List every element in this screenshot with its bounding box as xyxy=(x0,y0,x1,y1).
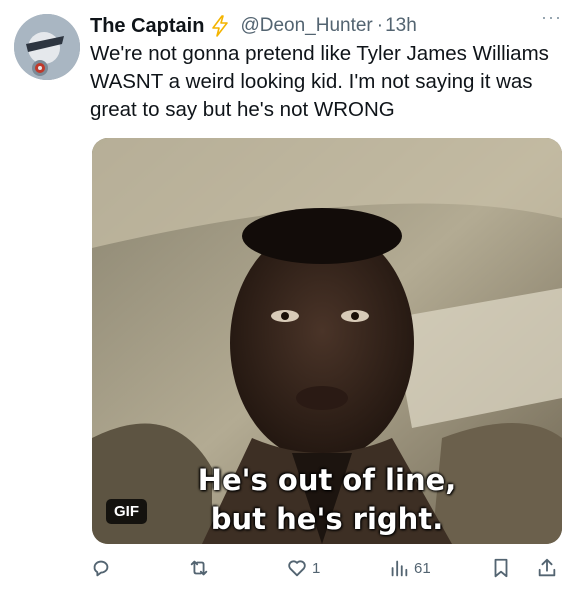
like-button[interactable]: 1 xyxy=(286,557,320,579)
like-count: 1 xyxy=(312,559,321,577)
author-handle[interactable]: @Deon_Hunter xyxy=(240,15,372,37)
retweet-icon xyxy=(190,560,208,576)
heart-icon xyxy=(288,560,306,577)
share-icon xyxy=(538,558,556,577)
gif-media[interactable]: He's out of line, but he's right. GIF xyxy=(92,138,562,544)
share-button[interactable] xyxy=(536,557,558,579)
views-count: 61 xyxy=(414,559,431,577)
lightning-bolt-icon xyxy=(210,15,230,37)
bookmark-icon xyxy=(494,558,508,578)
separator-dot: · xyxy=(376,15,384,36)
bookmark-button[interactable] xyxy=(490,557,512,579)
reply-icon xyxy=(93,560,109,577)
tweet-header: The Captain @Deon_Hunter · 13h ··· xyxy=(90,7,562,39)
reply-button[interactable] xyxy=(90,557,116,579)
avatar[interactable] xyxy=(14,14,80,80)
gif-caption-line2: but he's right. xyxy=(210,502,444,536)
gif-caption-line1: He's out of line, xyxy=(197,463,457,497)
views-icon xyxy=(391,560,408,577)
author-name[interactable]: The Captain xyxy=(90,15,204,38)
more-options-icon[interactable]: ··· xyxy=(541,7,562,28)
views-button[interactable]: 61 xyxy=(388,557,431,579)
gif-badge: GIF xyxy=(106,499,147,524)
tweet-text: We're not gonna pretend like Tyler James… xyxy=(90,42,549,121)
timestamp[interactable]: 13h xyxy=(385,15,417,37)
retweet-button[interactable] xyxy=(188,557,214,579)
tweet-actions: 1 61 xyxy=(90,557,562,587)
